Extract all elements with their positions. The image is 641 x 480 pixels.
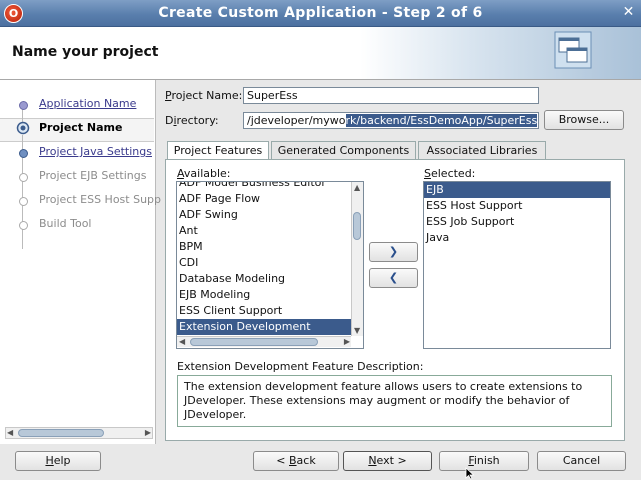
available-horizontal-scrollbar[interactable]: ◀ ▶ — [177, 336, 351, 347]
tab-generated-components[interactable]: Generated Components — [271, 141, 416, 159]
remove-from-selected-button[interactable]: ❮ — [369, 268, 418, 288]
project-name-label: Project Name: — [165, 89, 243, 102]
nav-horizontal-scrollbar[interactable]: ◀ ▶ — [5, 427, 153, 439]
list-item-selected[interactable]: EJB — [424, 182, 610, 198]
available-list[interactable]: ADF Model Business Editor ADF Page Flow … — [176, 181, 364, 349]
list-item[interactable]: ESS Client Support — [177, 303, 352, 319]
arrow-right-icon: ❯ — [388, 245, 399, 258]
list-item[interactable]: BPM — [177, 239, 352, 255]
scroll-thumb[interactable] — [353, 212, 361, 240]
help-button[interactable]: Help — [15, 451, 101, 471]
step-dot — [19, 173, 28, 182]
step-build-tool: Build Tool — [39, 217, 92, 230]
list-item[interactable]: EJB Modeling — [177, 287, 352, 303]
next-button[interactable]: Next > — [343, 451, 432, 471]
step-project-ejb-settings: Project EJB Settings — [39, 169, 147, 182]
list-item[interactable]: Java — [424, 230, 610, 246]
step-dot — [19, 197, 28, 206]
directory-input[interactable]: /jdeveloper/mywork/backend/EssDemoApp/Su… — [243, 112, 539, 129]
list-item[interactable]: CDI — [177, 255, 352, 271]
directory-label: Directory: — [165, 114, 219, 127]
list-item[interactable]: Database Modeling — [177, 271, 352, 287]
tab-associated-libraries[interactable]: Associated Libraries — [418, 141, 546, 159]
step-dot — [19, 149, 28, 158]
scroll-left-icon[interactable]: ◀ — [7, 428, 13, 437]
project-name-input[interactable]: SuperEss — [243, 87, 539, 104]
mouse-cursor-icon — [465, 467, 475, 480]
close-icon[interactable]: ✕ — [620, 4, 637, 21]
project-windows-icon — [554, 31, 592, 69]
step-application-name[interactable]: Application Name — [39, 97, 136, 110]
list-item[interactable]: ADF Swing — [177, 207, 352, 223]
list-item[interactable]: ESS Host Support — [424, 198, 610, 214]
back-button[interactable]: < Back — [253, 451, 339, 471]
title-bar: O Create Custom Application - Step 2 of … — [0, 0, 641, 27]
add-to-selected-button[interactable]: ❯ — [369, 242, 418, 262]
list-item[interactable]: ESS Job Support — [424, 214, 610, 230]
step-project-ess-host-support: Project ESS Host Supp — [39, 193, 162, 206]
cancel-button[interactable]: Cancel — [537, 451, 626, 471]
feature-description-box: The extension development feature allows… — [177, 375, 612, 427]
tab-project-features[interactable]: Project Features — [167, 141, 269, 160]
wizard-header: Name your project — [0, 27, 641, 80]
window-title: Create Custom Application - Step 2 of 6 — [158, 5, 483, 21]
directory-text: /jdeveloper/mywo — [247, 114, 346, 127]
step-project-java-settings[interactable]: Project Java Settings — [39, 145, 152, 158]
header-banner — [360, 27, 641, 79]
description-label: Extension Development Feature Descriptio… — [177, 360, 424, 373]
current-step-icon — [16, 121, 30, 135]
available-vertical-scrollbar[interactable]: ▲ ▼ — [351, 182, 363, 336]
list-item[interactable]: ADF Model Business Editor — [177, 182, 352, 191]
scroll-left-icon[interactable]: ◀ — [179, 337, 185, 346]
arrow-left-icon: ❮ — [388, 271, 399, 284]
scroll-up-icon[interactable]: ▲ — [354, 183, 360, 192]
scroll-thumb[interactable] — [190, 338, 318, 346]
selected-label: Selected: — [424, 167, 476, 180]
step-dot — [19, 101, 28, 110]
available-label: Available: — [177, 167, 231, 180]
directory-text-selected: rk/backend/EssDemoApp/SuperEss — [345, 114, 538, 127]
list-item[interactable]: Ant — [177, 223, 352, 239]
browse-button[interactable]: Browse... — [544, 110, 624, 130]
scroll-thumb[interactable] — [18, 429, 104, 437]
step-dot — [19, 221, 28, 230]
page-title: Name your project — [12, 44, 159, 60]
step-project-name: Project Name — [39, 121, 123, 134]
wizard-steps-nav: Application Name Project Name Project Ja… — [0, 80, 161, 444]
finish-button[interactable]: Finish — [439, 451, 529, 471]
scroll-right-icon[interactable]: ▶ — [344, 337, 350, 346]
list-item-selected[interactable]: Extension Development — [177, 319, 352, 335]
scroll-down-icon[interactable]: ▼ — [354, 326, 360, 335]
scroll-right-icon[interactable]: ▶ — [145, 428, 151, 437]
list-item[interactable]: ADF Page Flow — [177, 191, 352, 207]
selected-list[interactable]: EJB ESS Host Support ESS Job Support Jav… — [423, 181, 611, 349]
